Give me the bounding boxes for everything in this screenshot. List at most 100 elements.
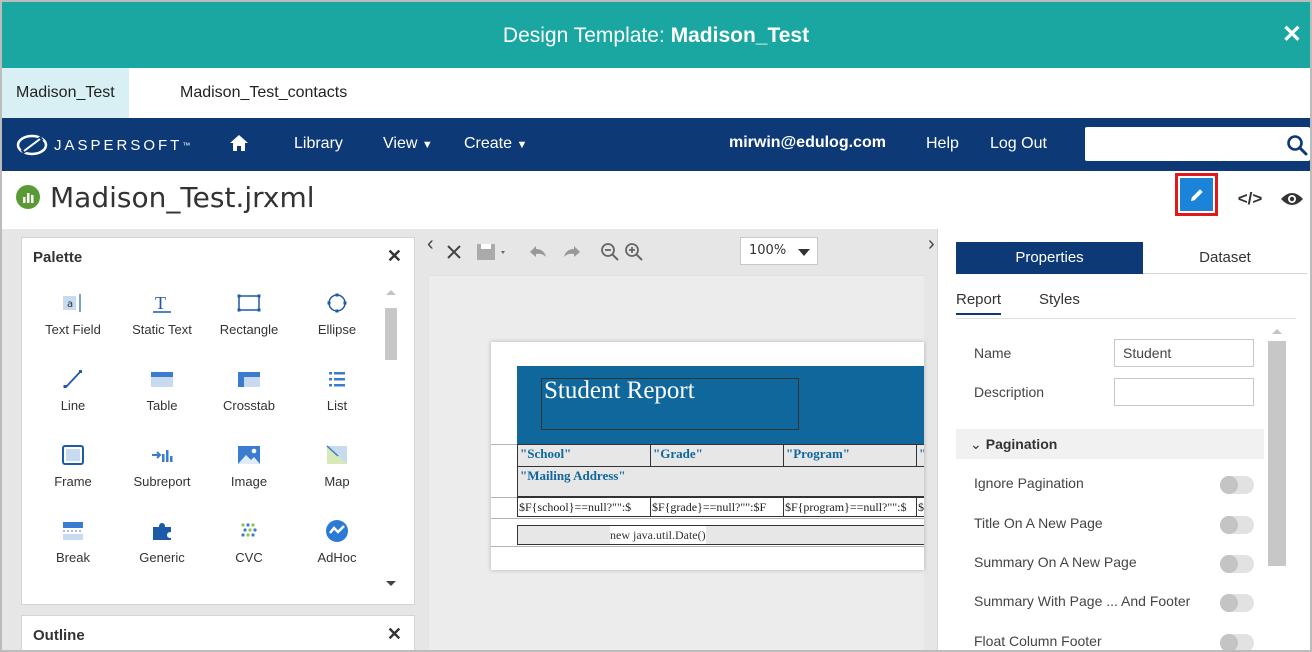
- close-icon[interactable]: ✕: [1282, 20, 1302, 49]
- band-guide: [491, 518, 924, 519]
- palette-item-adhoc[interactable]: AdHoc: [297, 518, 377, 588]
- palette-item-text-field[interactable]: a Text Field: [33, 290, 113, 360]
- detail-field-program[interactable]: $F{program}==null?"":$: [783, 497, 917, 517]
- report-title-text[interactable]: Student Report: [544, 377, 695, 405]
- user-email[interactable]: mirwin@edulog.com: [729, 134, 886, 152]
- detail-field-school[interactable]: $F{school}==null?"":$: [517, 497, 651, 517]
- map-icon: [326, 445, 347, 464]
- palette-item-rectangle[interactable]: Rectangle: [209, 290, 289, 360]
- subtab-report[interactable]: Report: [956, 291, 1002, 315]
- nav-create[interactable]: Create ▼: [464, 135, 527, 153]
- code-view-button[interactable]: </>: [1232, 181, 1268, 217]
- properties-scrollbar[interactable]: [1268, 325, 1286, 650]
- outline-close-icon[interactable]: ✕: [387, 624, 402, 645]
- name-field[interactable]: Student: [1114, 339, 1254, 367]
- palette-label: AdHoc: [317, 550, 357, 565]
- file-tabs: Madison_Test Madison_Test_contacts: [2, 68, 1310, 118]
- palette-label: Table: [146, 398, 178, 413]
- dialog-title-bar: Design Template: Madison_Test ✕: [2, 2, 1310, 68]
- palette-label: Static Text: [132, 322, 192, 337]
- palette-label: Map: [324, 474, 350, 489]
- static-text-icon: T: [153, 293, 171, 313]
- save-icon: [477, 244, 505, 260]
- footer-date-field[interactable]: new java.util.Date(): [610, 526, 706, 544]
- file-tab-madison-test-contacts[interactable]: Madison_Test_contacts: [166, 68, 361, 118]
- zoom-select[interactable]: 100%: [740, 237, 818, 265]
- caret-down-icon: ▼: [421, 139, 433, 151]
- zoom-out-button[interactable]: [597, 237, 623, 267]
- properties-scroll-thumb[interactable]: [1268, 341, 1286, 566]
- palette-item-line[interactable]: Line: [33, 366, 113, 436]
- palette-label: Line: [60, 398, 86, 413]
- palette-item-generic[interactable]: Generic: [122, 518, 202, 588]
- palette-item-map[interactable]: Map: [297, 442, 377, 512]
- preview-button[interactable]: [1274, 181, 1310, 217]
- save-button[interactable]: [473, 237, 511, 267]
- palette-label: Frame: [54, 474, 92, 489]
- palette-item-cvc[interactable]: CVC: [209, 518, 289, 588]
- palette-scrollbar[interactable]: [381, 286, 401, 586]
- zoom-out-icon: [601, 243, 619, 261]
- report-canvas[interactable]: Student Report "School" "Grade" "Program…: [429, 275, 924, 650]
- palette-item-subreport[interactable]: Subreport: [122, 442, 202, 512]
- float-column-footer-toggle[interactable]: [1220, 634, 1254, 650]
- jaspersoft-logo[interactable]: JASPERSOFT ™: [16, 133, 190, 157]
- file-tab-madison-test[interactable]: Madison_Test: [2, 68, 129, 118]
- column-header-partial[interactable]: ": [916, 444, 924, 467]
- palette-item-crosstab[interactable]: Crosstab: [209, 366, 289, 436]
- detail-field-grade[interactable]: $F{grade}==null?"":$F: [650, 497, 784, 517]
- palette-item-list[interactable]: List: [297, 366, 377, 436]
- column-header-program[interactable]: "Program": [783, 444, 917, 467]
- nav-library[interactable]: Library: [294, 135, 343, 153]
- description-field[interactable]: [1114, 378, 1254, 406]
- palette-item-image[interactable]: Image: [209, 442, 289, 512]
- palette-item-table[interactable]: Table: [122, 366, 202, 436]
- palette-panel: Palette ✕ a Text Field T Static Text Rec…: [21, 237, 415, 605]
- close-report-button[interactable]: [443, 237, 465, 267]
- palette-item-break[interactable]: Break: [33, 518, 113, 588]
- report-header: Madison_Test.jrxml </>: [2, 171, 1310, 229]
- home-icon[interactable]: [229, 133, 249, 153]
- subtab-styles[interactable]: Styles: [1039, 291, 1080, 308]
- search-input[interactable]: [1085, 127, 1310, 161]
- title-band[interactable]: Student Report: [517, 366, 924, 444]
- title-new-page-toggle[interactable]: [1220, 516, 1254, 534]
- nav-help[interactable]: Help: [926, 135, 959, 153]
- collapse-right-icon[interactable]: ›: [928, 233, 935, 256]
- generic-icon: [153, 523, 171, 540]
- palette-close-icon[interactable]: ✕: [387, 246, 402, 267]
- palette-item-ellipse[interactable]: Ellipse: [297, 290, 377, 360]
- zoom-value: 100%: [749, 243, 787, 258]
- column-header-grade[interactable]: "Grade": [650, 444, 784, 467]
- jaspersoft-logo-icon: [16, 134, 48, 156]
- detail-field-partial[interactable]: $: [916, 497, 924, 517]
- zoom-in-button[interactable]: [621, 237, 647, 267]
- palette-item-static-text[interactable]: T Static Text: [122, 290, 202, 360]
- pagination-section-header[interactable]: ⌄ Pagination: [956, 429, 1264, 459]
- search-icon[interactable]: [1286, 134, 1308, 156]
- band-guide: [491, 546, 924, 547]
- summary-new-page-toggle[interactable]: [1220, 555, 1254, 573]
- column-header-mailing-address[interactable]: "Mailing Address": [517, 467, 924, 497]
- jaspersoft-nav-bar: JASPERSOFT ™ Library View ▼ Create ▼ mirw…: [2, 118, 1310, 171]
- tab-properties[interactable]: Properties: [956, 242, 1143, 274]
- summary-with-page-toggle[interactable]: [1220, 594, 1254, 612]
- collapse-left-icon[interactable]: ‹: [427, 233, 434, 256]
- adhoc-icon: [326, 520, 348, 542]
- nav-view[interactable]: View ▼: [383, 135, 433, 153]
- toggle-label-title-new-page: Title On A New Page: [974, 515, 1103, 531]
- undo-button[interactable]: [525, 237, 551, 267]
- nav-logout[interactable]: Log Out: [990, 135, 1047, 153]
- dialog-title-name: Madison_Test: [670, 24, 810, 47]
- tab-dataset[interactable]: Dataset: [1143, 242, 1307, 274]
- palette-item-frame[interactable]: Frame: [33, 442, 113, 512]
- page-footer-date[interactable]: new java.util.Date(): [517, 525, 924, 545]
- list-icon: [329, 372, 345, 387]
- report-page[interactable]: Student Report "School" "Grade" "Program…: [491, 342, 924, 570]
- redo-button[interactable]: [559, 237, 585, 267]
- palette-scroll-thumb[interactable]: [385, 308, 397, 360]
- edit-mode-button[interactable]: [1175, 173, 1218, 216]
- designer-workspace: Palette ✕ a Text Field T Static Text Rec…: [2, 229, 1310, 650]
- ignore-pagination-toggle[interactable]: [1220, 476, 1254, 494]
- column-header-school[interactable]: "School": [517, 444, 651, 467]
